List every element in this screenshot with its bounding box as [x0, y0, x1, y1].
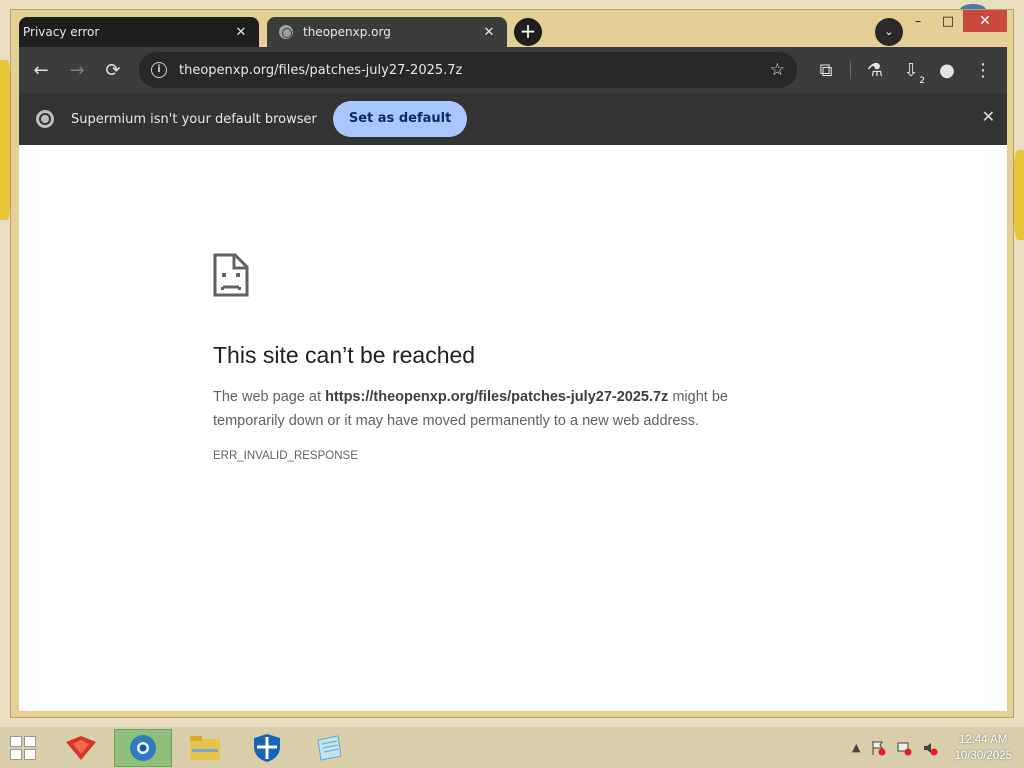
red-app-icon [66, 736, 96, 760]
downloads-count: 2 [919, 76, 925, 86]
tab-title: theopenxp.org [303, 25, 391, 39]
tab-privacy-error[interactable]: Privacy error ✕ [19, 17, 259, 47]
notepad-icon [317, 735, 342, 761]
taskbar-app-notepad[interactable] [300, 729, 358, 767]
extensions-icon[interactable]: ⧉ [808, 52, 844, 88]
back-button[interactable]: ← [23, 52, 59, 88]
error-text-pre: The web page at [213, 389, 326, 405]
browser-window: – □ ✕ Privacy error ✕ theopenxp.org ✕ + … [10, 9, 1014, 718]
infobar-close-icon[interactable]: ✕ [982, 107, 995, 126]
downloads-button[interactable]: ⇩ 2 [893, 52, 929, 88]
error-description: The web page at https://theopenxp.org/fi… [213, 385, 773, 433]
site-info-icon[interactable]: i [151, 62, 167, 78]
error-heading: This site can’t be reached [213, 342, 476, 368]
new-tab-button[interactable]: + [514, 18, 542, 46]
forward-button[interactable]: → [59, 52, 95, 88]
bookmark-star-icon[interactable]: ☆ [770, 60, 785, 80]
tray-overflow-icon[interactable]: ▲ [852, 741, 860, 754]
toolbar-divider [850, 61, 851, 79]
error-code: ERR_INVALID_RESPONSE [213, 450, 358, 462]
address-bar[interactable]: i theopenxp.org/files/patches-july27-202… [139, 52, 797, 88]
set-as-default-button[interactable]: Set as default [332, 101, 468, 137]
volume-muted-icon[interactable] [922, 740, 938, 756]
url-text[interactable]: theopenxp.org/files/patches-july27-2025.… [179, 63, 770, 78]
folder-icon [190, 736, 220, 760]
network-icon[interactable] [896, 740, 912, 756]
toolbar-actions: ⧉ ⚗ ⇩ 2 ● ⋮ [808, 52, 1007, 88]
tab-close-icon[interactable]: ✕ [233, 25, 249, 40]
taskbar-app-redapp[interactable] [52, 729, 110, 767]
tab-strip: Privacy error ✕ theopenxp.org ✕ + ⌄ [19, 13, 1013, 47]
system-tray: ▲ 12:44 AM 10/30/2025 [852, 727, 1024, 768]
tab-close-icon[interactable]: ✕ [481, 25, 497, 40]
browser-icon [130, 735, 156, 761]
error-url: https://theopenxp.org/files/patches-july… [325, 389, 669, 405]
tab-title: Privacy error [23, 25, 100, 39]
clock-time: 12:44 AM [958, 733, 1008, 746]
taskbar: ▲ 12:44 AM 10/30/2025 [0, 727, 1024, 768]
taskbar-app-explorer[interactable] [176, 729, 234, 767]
supermium-logo-icon [36, 110, 54, 128]
action-center-flag-icon[interactable] [870, 740, 886, 756]
taskbar-app-defender[interactable] [238, 729, 296, 767]
taskbar-clock[interactable]: 12:44 AM 10/30/2025 [954, 732, 1012, 764]
download-icon: ⇩ [903, 59, 919, 81]
tab-theopenxp[interactable]: theopenxp.org ✕ [267, 17, 507, 47]
page-content: This site can’t be reached The web page … [19, 145, 1007, 711]
clock-date: 10/30/2025 [954, 749, 1012, 762]
tab-search-button[interactable]: ⌄ [875, 18, 903, 46]
default-browser-infobar: Supermium isn't your default browser Set… [19, 93, 1007, 145]
menu-icon[interactable]: ⋮ [965, 52, 1001, 88]
taskbar-app-browser[interactable] [114, 729, 172, 767]
browser-toolbar: ← → ⟳ i theopenxp.org/files/patches-july… [19, 47, 1007, 93]
globe-icon [279, 25, 293, 39]
labs-icon[interactable]: ⚗ [857, 52, 893, 88]
profile-icon[interactable]: ● [929, 52, 965, 88]
shield-icon [254, 734, 280, 762]
reload-button[interactable]: ⟳ [95, 52, 131, 88]
sad-page-icon [213, 253, 249, 297]
start-button[interactable] [10, 736, 36, 760]
infobar-message: Supermium isn't your default browser [71, 111, 317, 127]
